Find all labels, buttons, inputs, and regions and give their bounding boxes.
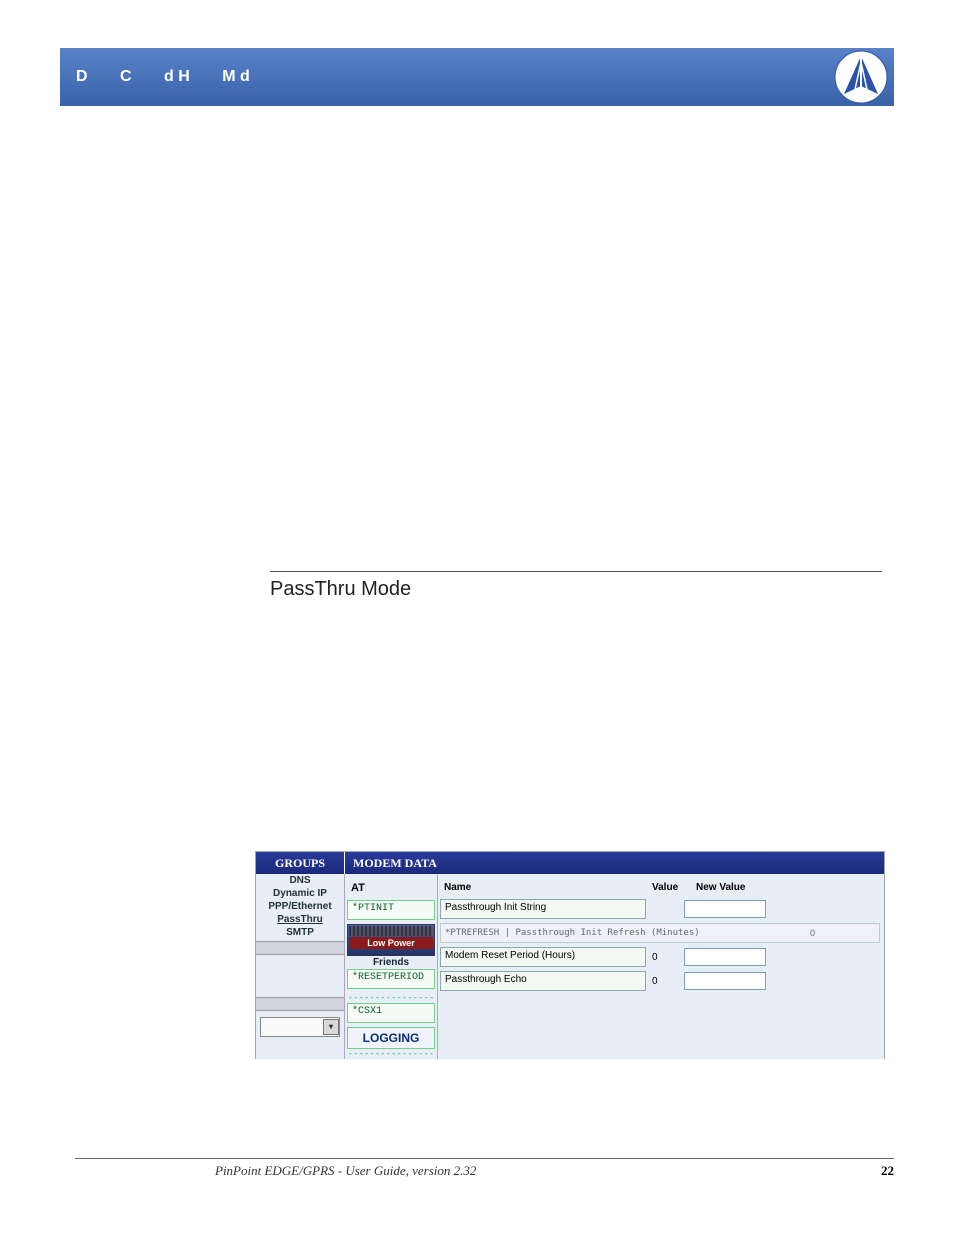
sidebar-item-dynamic-ip[interactable]: Dynamic IP <box>256 887 344 900</box>
data-row: Passthrough Echo 0 <box>438 971 884 995</box>
embedded-screenshot: GROUPS MODEM DATA DNS Dynamic IP PPP/Eth… <box>255 851 885 1059</box>
row-value: 0 <box>810 928 815 938</box>
column-headers: Name Value New Value <box>438 874 884 899</box>
header-letter: d H <box>164 68 190 86</box>
sidebar-scrollbar[interactable] <box>256 941 344 955</box>
separator-dashes: ---------------- <box>345 1049 437 1059</box>
row-input[interactable] <box>684 972 766 990</box>
separator-dashes: ---------------- <box>345 993 437 1003</box>
row-name: Modem Reset Period (Hours) <box>440 947 646 967</box>
row-name: Passthrough Echo <box>440 971 646 991</box>
data-row-overlay: *PTREFRESH | Passthrough Init Refresh (M… <box>440 923 880 943</box>
at-command-cell: *PTINIT <box>347 900 435 920</box>
low-power-banner: Low Power <box>347 924 435 956</box>
at-command-cell: *RESETPERIOD <box>347 969 435 989</box>
app-window: GROUPS MODEM DATA DNS Dynamic IP PPP/Eth… <box>255 851 885 1059</box>
main-data-area: Name Value New Value Passthrough Init St… <box>438 874 884 1059</box>
row-input[interactable] <box>684 900 766 918</box>
sidebar-item-ppp-ethernet[interactable]: PPP/Ethernet <box>256 900 344 913</box>
row-input[interactable] <box>684 948 766 966</box>
header-letter: M d <box>222 68 250 86</box>
header-letter: D <box>76 68 88 86</box>
section-heading: PassThru Mode <box>270 571 882 601</box>
footer-text: PinPoint EDGE/GPRS - User Guide, version… <box>215 1163 476 1179</box>
data-row: Passthrough Init String <box>438 899 884 923</box>
header-value: Value <box>652 882 696 893</box>
data-row: Modem Reset Period (Hours) 0 <box>438 947 884 971</box>
at-command-cell: *CSX1 <box>347 1003 435 1023</box>
sidebar-item-smtp[interactable]: SMTP <box>256 926 344 939</box>
header-letters: D C d H M d <box>76 68 278 86</box>
sidebar-scrollbar[interactable] <box>256 997 344 1011</box>
at-column-header: AT <box>345 874 437 900</box>
header-new-value: New Value <box>696 882 884 893</box>
tab-modem-data[interactable]: MODEM DATA <box>345 852 884 874</box>
sidebar-item-dns[interactable]: DNS <box>256 874 344 887</box>
row-name: *PTREFRESH | Passthrough Init Refresh (M… <box>445 928 700 938</box>
top-header-bar: D C d H M d <box>60 48 894 106</box>
low-power-label: Low Power <box>349 937 433 949</box>
brand-logo-icon <box>834 50 888 104</box>
sidebar-item-passthru[interactable]: PassThru <box>256 913 344 926</box>
header-name: Name <box>438 882 652 893</box>
page-footer: PinPoint EDGE/GPRS - User Guide, version… <box>75 1158 894 1179</box>
row-value: 0 <box>650 952 680 963</box>
logging-button[interactable]: LOGGING <box>347 1027 435 1049</box>
tab-groups[interactable]: GROUPS <box>256 852 345 874</box>
page-number: 22 <box>881 1163 894 1179</box>
friends-label[interactable]: Friends <box>347 957 435 968</box>
sidebar-dropdown[interactable]: ▾ <box>260 1017 340 1037</box>
at-column: AT *PTINIT Low Power Friends *RESETPERIO… <box>345 874 438 1059</box>
chevron-down-icon: ▾ <box>323 1019 339 1035</box>
app-tab-row: GROUPS MODEM DATA <box>256 852 884 874</box>
row-name: Passthrough Init String <box>440 899 646 919</box>
groups-sidebar: DNS Dynamic IP PPP/Ethernet PassThru SMT… <box>256 874 345 1059</box>
header-letter: C <box>120 68 132 86</box>
row-value: 0 <box>650 976 680 987</box>
